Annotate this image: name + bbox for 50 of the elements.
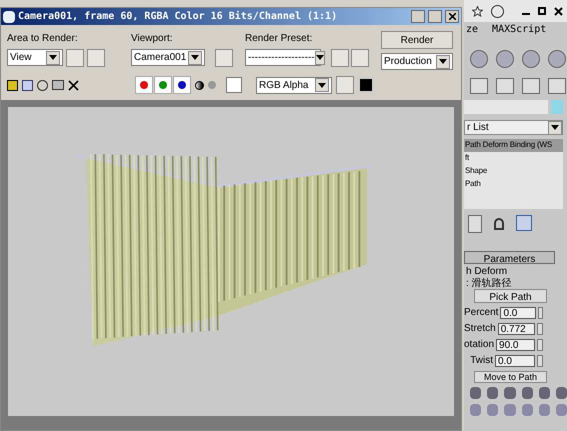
mono-icon[interactable] bbox=[195, 80, 204, 90]
close-icon[interactable] bbox=[554, 6, 563, 16]
render-button[interactable]: Render bbox=[381, 31, 453, 49]
field-label: otation bbox=[464, 338, 494, 352]
group-label: h Deform bbox=[465, 265, 508, 276]
dropdown-caret-icon bbox=[46, 50, 60, 64]
stack-item[interactable]: Shape bbox=[464, 165, 563, 178]
field-label: Twist bbox=[470, 354, 493, 368]
star-icon[interactable] bbox=[472, 6, 483, 16]
window-title: Camera001, frame 60, RGBA Color 16 Bits/Channel (1:1) bbox=[18, 10, 338, 24]
menu-item[interactable]: ze bbox=[466, 22, 478, 36]
stack-item[interactable]: Path Deform Binding (WS bbox=[464, 139, 563, 152]
area-dropdown[interactable]: View bbox=[7, 49, 63, 66]
clear-icon[interactable] bbox=[68, 80, 79, 90]
rollout-header[interactable]: Parameters bbox=[464, 251, 555, 264]
dropdown-caret-icon bbox=[188, 50, 202, 64]
color-swatch[interactable] bbox=[226, 77, 242, 93]
spinner-field[interactable]: 0.772 bbox=[498, 322, 536, 334]
pick-path-button[interactable]: Pick Path bbox=[474, 289, 547, 303]
maximize-icon[interactable] bbox=[538, 7, 546, 15]
dropdown-caret-icon bbox=[314, 50, 325, 64]
path-label: : 滑轨路径 bbox=[465, 276, 513, 289]
spinner-field[interactable]: 0.0 bbox=[495, 354, 535, 366]
spinner-field[interactable]: 0.0 bbox=[500, 306, 536, 318]
object-color-swatch[interactable] bbox=[551, 100, 563, 114]
menu-item[interactable]: MAXScript bbox=[492, 22, 546, 36]
area-label: Area to Render: bbox=[7, 32, 79, 46]
close-icon bbox=[448, 13, 456, 20]
move-to-path-button[interactable]: Move to Path bbox=[474, 371, 547, 383]
field-label: Percent bbox=[464, 306, 498, 320]
mode-dropdown[interactable]: Production bbox=[381, 53, 453, 70]
viewport-label: Viewport: bbox=[131, 32, 174, 46]
channel-dropdown[interactable]: RGB Alpha bbox=[256, 76, 332, 94]
stack-item[interactable]: Path bbox=[464, 178, 563, 191]
spinner-field[interactable]: 90.0 bbox=[496, 338, 536, 350]
viewport-dropdown[interactable]: Camera001 bbox=[131, 49, 205, 66]
maximize-button[interactable] bbox=[428, 10, 442, 23]
dark-display-icon[interactable] bbox=[358, 77, 374, 93]
modifier-list-dropdown[interactable]: r List bbox=[464, 120, 563, 135]
save-icon[interactable] bbox=[7, 80, 18, 90]
dropdown-caret-icon bbox=[315, 78, 329, 92]
close-button[interactable] bbox=[445, 10, 459, 23]
field-label: Stretch bbox=[464, 322, 496, 336]
preset-label: Render Preset: bbox=[245, 32, 314, 46]
minimize-button[interactable] bbox=[411, 10, 425, 23]
app-icon bbox=[3, 10, 15, 22]
dropdown-caret-icon bbox=[548, 120, 562, 134]
name-field[interactable] bbox=[464, 100, 548, 114]
stack-item[interactable]: ft bbox=[464, 152, 563, 165]
dropdown-caret-icon bbox=[436, 54, 450, 68]
